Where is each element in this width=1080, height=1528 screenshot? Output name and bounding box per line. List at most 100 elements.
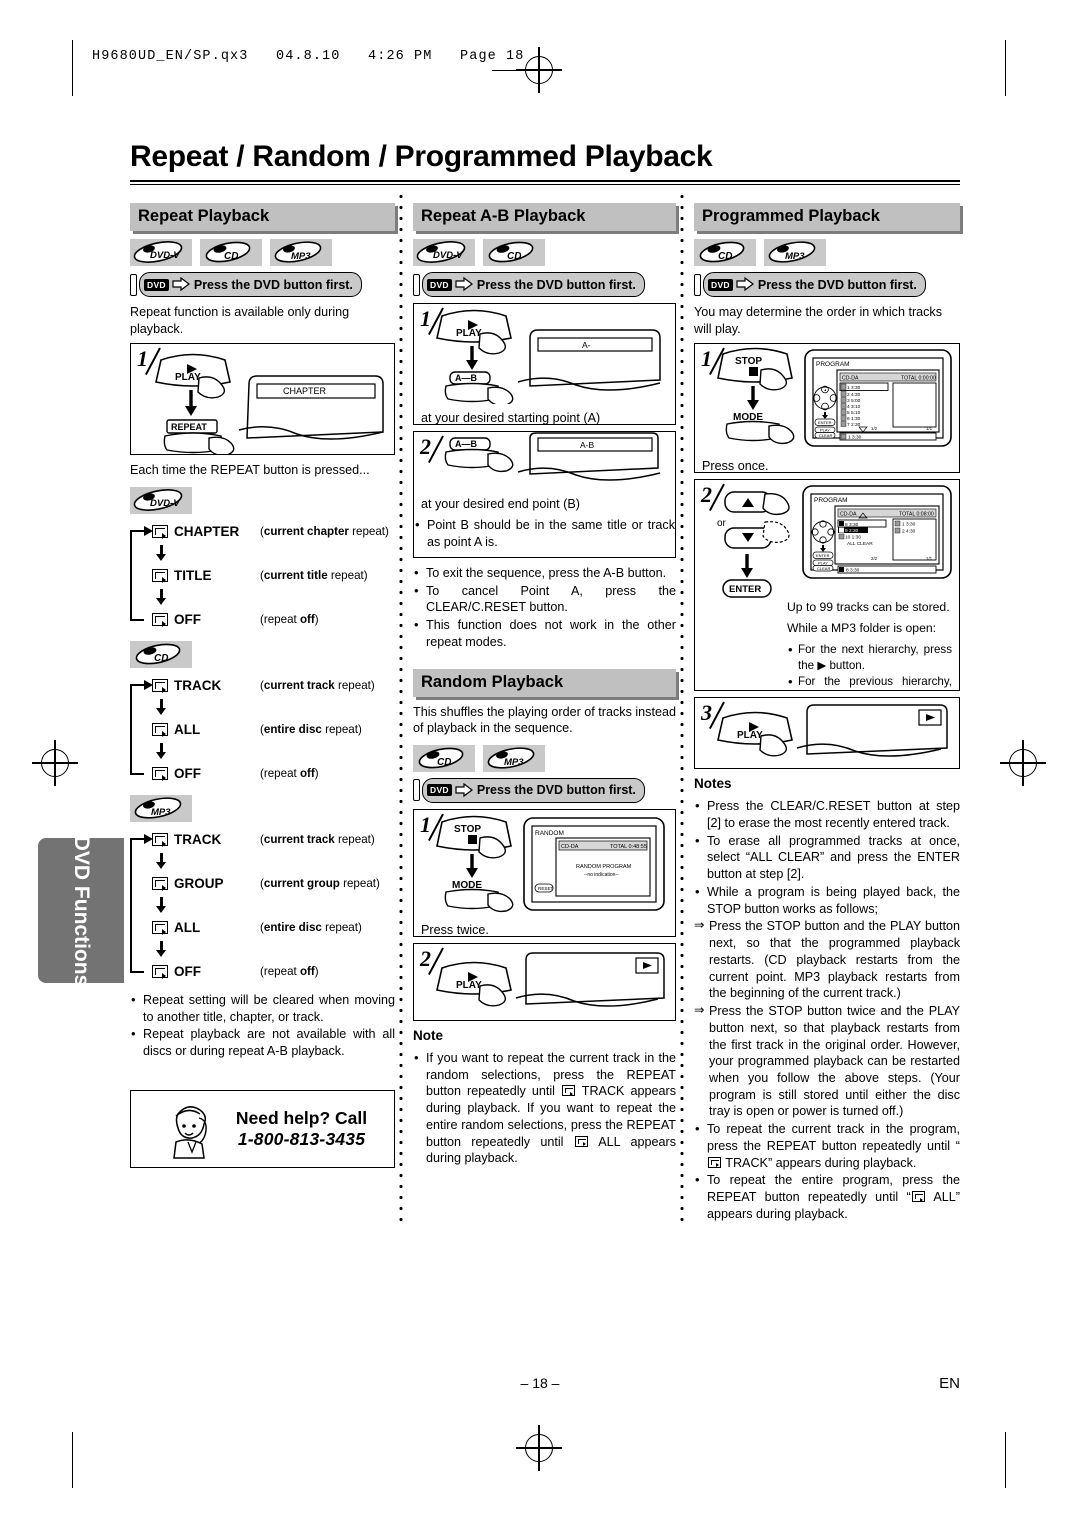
svg-text:PLAY: PLAY <box>737 730 763 741</box>
svg-text:--no indication--: --no indication-- <box>584 872 619 878</box>
step-number: 1 <box>137 346 148 372</box>
repeat-mode-description: (current track repeat) <box>260 678 375 692</box>
repeat-mode-item: OFF (repeat off) <box>152 760 395 787</box>
repeat-mode-item: ALL (entire disc repeat) <box>152 914 395 941</box>
disc-badges-ab: DVD-V CD <box>413 239 676 266</box>
list-item: Press the CLEAR/C.RESET button at step [… <box>694 797 960 831</box>
repeat-icon <box>708 1156 721 1168</box>
step-caption: at your desired end point (B) <box>421 497 580 511</box>
dvd-button-first-note-col3: DVD Press the DVD button first. <box>694 272 960 297</box>
illustration-play-random: PLAY <box>436 952 665 1007</box>
remote-stick-icon <box>413 273 420 296</box>
svg-text:PLAY: PLAY <box>175 372 201 383</box>
svg-text:MP3: MP3 <box>151 807 171 818</box>
list-item: To repeat the current track in the progr… <box>694 1120 960 1171</box>
svg-text:CD: CD <box>437 757 451 768</box>
svg-text:TOTAL 0:00:00: TOTAL 0:00:00 <box>901 376 936 382</box>
down-arrow-icon <box>156 588 167 606</box>
step-box-program-3: 3 PLAY <box>694 697 960 770</box>
remote-stick-icon <box>413 779 420 802</box>
step-box-random-2: 2 PLAY <box>413 942 676 1021</box>
svg-text:▲: ▲ <box>824 388 827 392</box>
repeat-mode-description: (entire disc repeat) <box>260 920 362 934</box>
dvd-button-first-text: Press the DVD button first. <box>476 277 636 292</box>
illustration-ab-end: A—B A-B <box>444 432 661 481</box>
program-intro-text: You may determine the order in which tra… <box>694 305 943 336</box>
illustration-stop-mode-random: STOP MODE RANDOM CD-DA TOTAL 0:48:55 RAN <box>436 815 665 912</box>
hand-press-icon <box>455 782 473 798</box>
illustration-play-ab: PLAY A—B A- <box>436 309 661 407</box>
step-caption: Press twice. <box>421 922 489 937</box>
list-item: Repeat playback are not available with a… <box>130 1025 395 1059</box>
repeat-mode-label: TRACK <box>174 677 222 693</box>
step-box-program-1: 1 STOP MODE PROGRAM CD-DA TOTAL 0:00:00 … <box>694 343 960 474</box>
repeat-mode-description: (current track repeat) <box>260 832 375 846</box>
svg-text:6 1:30: 6 1:30 <box>847 416 861 422</box>
svg-text:ALL CLEAR: ALL CLEAR <box>847 541 873 547</box>
svg-text:MP3: MP3 <box>504 757 524 768</box>
svg-text:A—B: A—B <box>455 439 477 449</box>
mp3-folder-heading: While a MP3 folder is open: <box>787 621 937 636</box>
prepress-slug: H9680UD_EN/SP.qx3 04.8.10 4:26 PM Page 1… <box>92 49 525 64</box>
random-note-list: If you want to repeat the current track … <box>413 1049 676 1167</box>
step-number: 2 <box>701 482 712 508</box>
svg-text:8 3:30: 8 3:30 <box>845 522 859 528</box>
dvd-button-first-text: Press the DVD button first. <box>757 277 917 292</box>
svg-text:PLAY: PLAY <box>456 328 482 339</box>
svg-text:CD-DA: CD-DA <box>840 512 857 518</box>
repeat-mode-item: GROUP (current group repeat) <box>152 870 395 897</box>
svg-text:1 3:30: 1 3:30 <box>847 385 861 391</box>
page-title: Repeat / Random / Programmed Playback <box>130 140 713 173</box>
repeat-mode-label: TRACK <box>174 831 222 847</box>
loop-back-arrow-icon <box>130 680 153 775</box>
down-arrow-icon <box>156 544 167 562</box>
svg-text:A-B: A-B <box>580 440 595 450</box>
svg-text:10 1:30: 10 1:30 <box>845 535 861 541</box>
down-arrow-icon <box>156 742 167 760</box>
svg-text:STOP: STOP <box>735 356 762 367</box>
step-number: 2 <box>420 434 431 459</box>
side-tab-label: DVD Functions <box>70 835 93 986</box>
list-item: To exit the sequence, press the A-B butt… <box>413 564 676 582</box>
repeat-mode-label: TITLE <box>174 567 212 583</box>
svg-text:DVD-V: DVD-V <box>433 250 463 261</box>
list-item: Press the STOP button twice and the PLAY… <box>694 1002 960 1120</box>
column-repeat-playback: Repeat Playback DVD-V CD MP3 DVD Press t… <box>130 191 395 1224</box>
dvd-tag-label: DVD <box>427 784 452 797</box>
crop-line-bottom-left <box>72 1432 74 1488</box>
repeat-mode-description: (entire disc repeat) <box>260 722 362 736</box>
list-item: If you want to repeat the current track … <box>413 1049 676 1167</box>
svg-text:PLAY: PLAY <box>818 561 828 566</box>
hand-press-icon <box>172 277 190 292</box>
svg-text:PLAY: PLAY <box>456 980 482 991</box>
dvd-tag-label: DVD <box>427 278 452 291</box>
svg-text:8 3:30: 8 3:30 <box>846 568 860 574</box>
step-box-random-1: 1 STOP MODE RANDOM CD-DA TOTAL 0:48:55 R… <box>413 808 676 937</box>
repeat-cycle-flow: TRACK (current track repeat) GROUP (current… <box>130 826 395 985</box>
illustration-play-repeat: PLAY REPEAT CHAPTER <box>155 353 384 455</box>
illustration-stop-mode-program: STOP MODE PROGRAM CD-DA TOTAL 0:00:00 1 … <box>717 347 952 448</box>
svg-text:RANDOM PROGRAM: RANDOM PROGRAM <box>576 864 632 870</box>
need-help-box: Need help? Call 1-800-813-3435 <box>130 1089 395 1168</box>
svg-text:5 5:10: 5 5:10 <box>847 410 861 416</box>
disc-badge-cd: CD <box>130 640 192 668</box>
section-heading-programmed-playback: Programmed Playback <box>694 203 960 231</box>
list-item: To cancel Point A, press the CLEAR/C.RES… <box>413 582 676 616</box>
crop-line-top-right <box>1005 40 1007 96</box>
crop-line-bottom-right <box>1005 1432 1007 1488</box>
svg-text:CD: CD <box>224 251 238 262</box>
svg-text:MP3: MP3 <box>291 251 311 262</box>
title-rule-thin <box>130 184 960 185</box>
repeat-mode-label: GROUP <box>174 875 224 891</box>
loop-back-arrow-icon <box>130 526 153 621</box>
dvd-button-first-note-col2: DVD Press the DVD button first. <box>413 272 676 297</box>
step-box-ab-1: 1 PLAY A—B A- at your desired starting p… <box>413 303 676 425</box>
remote-stick-icon <box>130 273 137 296</box>
dvd-button-first-note-col1: DVD Press the DVD button first. <box>130 272 395 297</box>
repeat-mode-label: OFF <box>174 963 201 979</box>
list-item: For the previous hierarchy, press the ◀ … <box>787 673 952 690</box>
need-help-phone: 1-800-813-3435 <box>237 1128 366 1149</box>
repeat-after-step-text: Each time the REPEAT button is pressed..… <box>130 463 370 478</box>
column-repeat-ab-playback: Repeat A-B Playback DVD-V CD DVD Press t… <box>395 191 676 1224</box>
repeat-mode-item: TRACK (current track repeat) <box>152 672 395 699</box>
